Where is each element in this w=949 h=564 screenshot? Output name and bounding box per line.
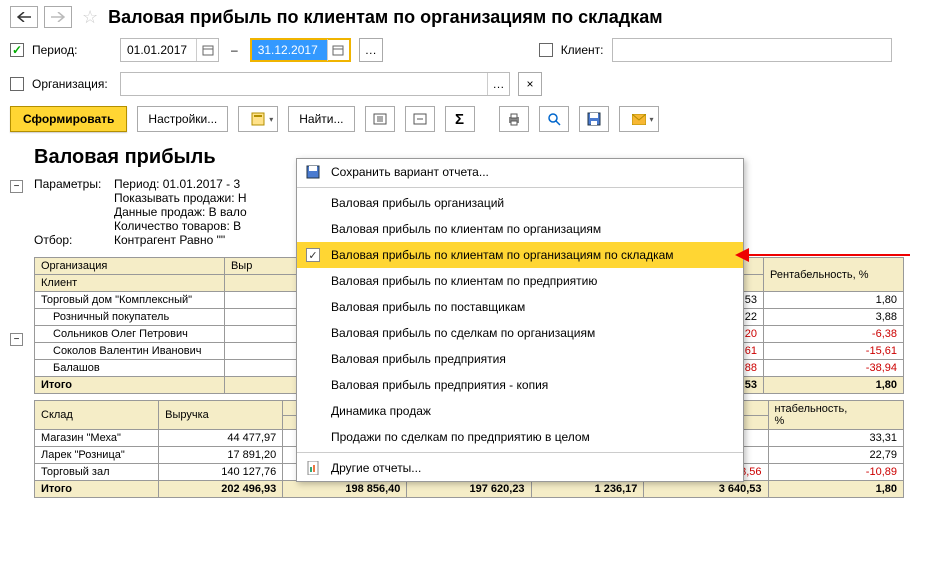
calendar-icon[interactable] bbox=[327, 39, 349, 61]
filter-value: Контрагент Равно "" bbox=[114, 233, 225, 247]
settings-button[interactable]: Настройки... bbox=[137, 106, 228, 132]
dd-variant-item[interactable]: Валовая прибыль по клиентам по предприят… bbox=[297, 268, 743, 294]
client-checkbox[interactable] bbox=[539, 43, 553, 57]
org-label: Организация: bbox=[32, 77, 112, 91]
org-clear-button[interactable]: × bbox=[518, 72, 542, 96]
calendar-icon[interactable] bbox=[196, 39, 218, 61]
dd-other-reports[interactable]: Другие отчеты... bbox=[297, 455, 743, 481]
tree-toggle-root[interactable]: − bbox=[10, 180, 23, 193]
period-label: Период: bbox=[32, 43, 112, 57]
expand-icon bbox=[373, 113, 387, 125]
variants-dropdown-menu: Сохранить вариант отчета... Валовая приб… bbox=[296, 158, 744, 482]
period-more-button[interactable]: … bbox=[359, 38, 383, 62]
arrow-right-icon bbox=[51, 12, 65, 22]
report-icon bbox=[305, 460, 321, 476]
dd-variant-item[interactable]: Валовая прибыль предприятия bbox=[297, 346, 743, 372]
floppy-icon bbox=[305, 164, 321, 180]
variants-dropdown-button[interactable] bbox=[238, 106, 278, 132]
org-select-button[interactable]: … bbox=[487, 73, 509, 95]
print-icon bbox=[507, 112, 521, 126]
magnifier-icon bbox=[547, 112, 561, 126]
param-data: Данные продаж: В вало bbox=[114, 205, 247, 219]
dd-variant-item[interactable]: ✓Валовая прибыль по клиентам по организа… bbox=[297, 242, 743, 268]
dd-variant-item[interactable]: Валовая прибыль организаций bbox=[297, 190, 743, 216]
favorite-icon[interactable]: ☆ bbox=[82, 7, 98, 28]
collapse-icon bbox=[413, 113, 427, 125]
col-org: Организация bbox=[35, 258, 225, 275]
check-icon: ✓ bbox=[306, 248, 320, 262]
client-label: Клиент: bbox=[561, 43, 604, 57]
back-button[interactable] bbox=[10, 6, 38, 28]
generate-button[interactable]: Сформировать bbox=[10, 106, 127, 132]
org-checkbox[interactable] bbox=[10, 77, 24, 91]
preview-button[interactable] bbox=[539, 106, 569, 132]
col-client: Клиент bbox=[35, 275, 225, 292]
tree-toggle-row[interactable]: − bbox=[10, 333, 23, 346]
param-qty: Количество товаров: В bbox=[114, 219, 241, 233]
param-sales: Показывать продажи: Н bbox=[114, 191, 247, 205]
dd-variant-item[interactable]: Валовая прибыль по клиентам по организац… bbox=[297, 216, 743, 242]
col-rent: Рентабельность, % bbox=[764, 258, 904, 292]
total-label: Итого bbox=[35, 377, 225, 394]
arrow-left-icon bbox=[17, 12, 31, 22]
dd-variant-item[interactable]: Динамика продаж bbox=[297, 398, 743, 424]
date-to-field[interactable] bbox=[250, 38, 351, 62]
dd-variant-item[interactable]: Валовая прибыль предприятия - копия bbox=[297, 372, 743, 398]
col-rent2: нтабельность,% bbox=[768, 401, 903, 430]
email-dropdown-button[interactable] bbox=[619, 106, 659, 132]
client-field[interactable] bbox=[612, 38, 892, 62]
date-to-input[interactable] bbox=[252, 40, 327, 60]
total-v2: 1,80 bbox=[764, 377, 904, 394]
dd-variant-item[interactable]: Продажи по сделкам по предприятию в цело… bbox=[297, 424, 743, 450]
org-field[interactable]: … bbox=[120, 72, 510, 96]
sigma-icon: Σ bbox=[455, 111, 464, 128]
date-range-dash: – bbox=[231, 43, 238, 57]
sigma-button[interactable]: Σ bbox=[445, 106, 475, 132]
floppy-icon bbox=[587, 112, 601, 126]
expand-button[interactable] bbox=[365, 106, 395, 132]
col-vyr2: Выручка bbox=[159, 401, 283, 430]
print-button[interactable] bbox=[499, 106, 529, 132]
params-label: Параметры: bbox=[34, 177, 114, 191]
dd-variant-item[interactable]: Валовая прибыль по поставщикам bbox=[297, 294, 743, 320]
page-title: Валовая прибыль по клиентам по организац… bbox=[108, 7, 662, 28]
col-sklad: Склад bbox=[35, 401, 159, 430]
period-checkbox[interactable] bbox=[10, 43, 24, 57]
collapse-button[interactable] bbox=[405, 106, 435, 132]
date-from-field[interactable] bbox=[120, 38, 219, 62]
dd-save-variant[interactable]: Сохранить вариант отчета... bbox=[297, 159, 743, 185]
date-from-input[interactable] bbox=[121, 40, 196, 60]
mail-icon bbox=[632, 114, 646, 125]
find-button[interactable]: Найти... bbox=[288, 106, 354, 132]
filter-label: Отбор: bbox=[34, 233, 114, 247]
total2-label: Итого bbox=[35, 481, 159, 498]
forward-button[interactable] bbox=[44, 6, 72, 28]
dd-variant-item[interactable]: Валовая прибыль по сделкам по организаци… bbox=[297, 320, 743, 346]
save-button[interactable] bbox=[579, 106, 609, 132]
param-period: Период: 01.01.2017 - 3 bbox=[114, 177, 240, 191]
variants-icon bbox=[251, 112, 265, 126]
